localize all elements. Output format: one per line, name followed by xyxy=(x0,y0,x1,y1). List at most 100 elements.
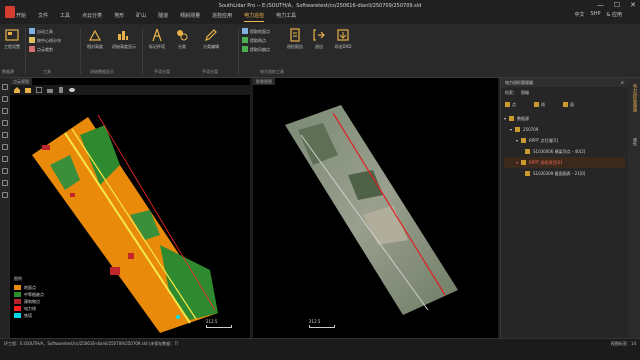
checkbox[interactable] xyxy=(505,102,510,107)
classify-button[interactable]: 分类 xyxy=(171,28,193,50)
menu-item[interactable]: 隧道 xyxy=(158,12,168,22)
expand-chevron-icon[interactable]: ▾ xyxy=(510,127,512,132)
menu-item[interactable]: 巡检应用 xyxy=(212,12,232,22)
panel-filter: 检索： 图幅 xyxy=(501,87,628,99)
side-view-icon[interactable] xyxy=(58,87,64,93)
extract-ground-button[interactable]: 提取地面点 xyxy=(242,28,270,35)
centerline-split-button[interactable]: 按中心线分块 xyxy=(29,37,61,44)
legend-swatch xyxy=(14,313,21,318)
zoom-tool-icon[interactable] xyxy=(2,108,8,114)
ribbon-group-power-tools: 提取地面点 提取两点 提取风偏点 巡检报告 退出 导出DXD 电力巡检工具 xyxy=(240,24,360,78)
menu-item[interactable]: 开始 xyxy=(16,12,26,22)
profile-tool-icon[interactable] xyxy=(2,156,8,162)
checkbox[interactable] xyxy=(534,102,539,107)
cloud-clip-button[interactable]: 点云裁剪 xyxy=(29,46,53,53)
pointcloud-view-tab[interactable]: 点云视图 xyxy=(10,78,32,85)
group-label-manual-class: 手动分类 xyxy=(154,69,170,74)
image-view[interactable]: 影像视图 212.5 xyxy=(253,78,498,338)
tree-node[interactable]: ▾ RPPT 点扫描[5] xyxy=(504,135,625,146)
checkbox[interactable] xyxy=(563,102,568,107)
expand-chevron-icon[interactable]: ▾ xyxy=(516,160,518,165)
exit-icon xyxy=(313,29,325,41)
settings-tool-icon[interactable] xyxy=(2,192,8,198)
menu-right-item[interactable]: SHP xyxy=(591,11,601,18)
tree-node[interactable]: S1030309 截面图表 - 21[0] xyxy=(504,168,625,179)
checkbox[interactable] xyxy=(521,138,527,143)
menu-item[interactable]: 文件 xyxy=(38,12,48,22)
close-button[interactable]: ✕ xyxy=(630,1,636,9)
checkbox[interactable] xyxy=(525,171,530,176)
tree-node[interactable]: ▾ 250709 xyxy=(504,124,625,135)
select-tool-icon[interactable] xyxy=(2,84,8,90)
pointcloud-view[interactable]: 点云视图 图例 地面点 中等植被点 建筑物点 电力线 铁塔 212.5 xyxy=(10,78,250,338)
extract-two-points-button[interactable]: 提取两点 xyxy=(242,37,266,44)
tree-node[interactable]: S1030006 横梁顶点 - 40[2] xyxy=(504,146,625,157)
tab-properties[interactable]: 属性 xyxy=(630,138,638,146)
inspection-report-button[interactable]: 巡检报告 xyxy=(284,28,306,50)
mark-tower-button[interactable]: 标记杆塔 xyxy=(146,28,168,50)
home-view-icon[interactable] xyxy=(14,87,20,93)
exit-button[interactable]: 退出 xyxy=(308,28,330,50)
menu-item[interactable]: 电力巡检 xyxy=(244,12,265,22)
menu-item[interactable]: 点云分类 xyxy=(82,12,102,22)
power-line xyxy=(64,132,191,324)
tree-node-label: S1030006 横梁顶点 - 40[2] xyxy=(533,148,586,154)
panel-close-icon[interactable]: ✕ xyxy=(621,80,624,85)
tree-node-label: RPPT 点扫描[5] xyxy=(529,137,558,143)
menu-right-item[interactable]: 中文 xyxy=(575,11,585,18)
menu-item[interactable]: 倾斜测量 xyxy=(180,12,200,22)
building-point xyxy=(110,267,120,275)
checkbox[interactable] xyxy=(521,160,527,165)
class-edit-button[interactable]: 分类编辑 xyxy=(200,28,222,50)
classify-icon xyxy=(177,30,188,41)
filter-select[interactable]: 图幅 xyxy=(521,90,529,96)
menu-right-item[interactable]: & 应用 xyxy=(607,11,623,18)
minimize-button[interactable]: — xyxy=(597,1,604,9)
extract-windage-button[interactable]: 提取风偏点 xyxy=(242,46,270,53)
open-folder-icon[interactable] xyxy=(25,87,31,93)
checkbox[interactable] xyxy=(515,127,521,132)
front-view-icon[interactable] xyxy=(47,87,53,93)
rotate-tool-icon[interactable] xyxy=(2,132,8,138)
ribbon-group-tools: 自动工具 按中心线分块 点云裁剪 工具 xyxy=(27,24,77,78)
menu-item[interactable]: 地形 xyxy=(114,12,124,22)
section-tool-icon[interactable] xyxy=(2,144,8,150)
image-view-tab[interactable]: 影像视图 xyxy=(253,78,275,85)
menu-item[interactable]: 矿山 xyxy=(136,12,146,22)
tree-node-label: RPPT 巡检项目[0] xyxy=(529,159,562,165)
filter-option[interactable]: 线 xyxy=(534,102,545,108)
maximize-button[interactable]: ☐ xyxy=(614,1,620,9)
initial-height-button[interactable]: 初始高度显示 xyxy=(112,28,136,50)
layer-tool-icon[interactable] xyxy=(2,180,8,186)
legend-item: 建筑物点 xyxy=(14,298,44,305)
expand-chevron-icon[interactable]: ▾ xyxy=(516,138,518,143)
menu-item[interactable]: 工具 xyxy=(60,12,70,22)
top-view-icon[interactable] xyxy=(36,87,42,93)
auto-tool-button[interactable]: 自动工具 xyxy=(29,28,53,35)
relative-height-button[interactable]: 相对高度 xyxy=(84,28,106,50)
extract-two-points-icon xyxy=(242,37,248,43)
menu-item[interactable]: 电力工具 xyxy=(276,12,296,22)
tree-node[interactable]: ▾ 数据源 xyxy=(504,113,625,124)
filter-options: 点线面 xyxy=(501,99,628,111)
eye-icon[interactable] xyxy=(69,87,75,93)
checkbox[interactable] xyxy=(509,116,515,121)
checkbox[interactable] xyxy=(525,149,530,154)
legend-title: 图例 xyxy=(14,276,22,281)
group-label-power-tools: 电力巡检工具 xyxy=(260,69,284,74)
export-dxd-button[interactable]: 导出DXD xyxy=(332,28,354,50)
measure-tool-icon[interactable] xyxy=(2,120,8,126)
tree-node[interactable]: ▾ RPPT 巡检项目[0] xyxy=(504,157,625,168)
ribbon-separator xyxy=(25,28,26,74)
filter-option[interactable]: 面 xyxy=(563,102,574,108)
expand-chevron-icon[interactable]: ▾ xyxy=(504,116,506,121)
window-controls: — ☐ ✕ xyxy=(597,1,636,9)
left-toolbar xyxy=(0,78,10,338)
filter-option[interactable]: 点 xyxy=(505,102,516,108)
clip-tool-icon[interactable] xyxy=(2,168,8,174)
tab-inspection-manager[interactable]: 电力巡检管理器 xyxy=(630,84,638,112)
window-title: SouthLidar Pro -- E:/SOUTH/A、Softwaretes… xyxy=(218,3,422,9)
project-settings-button[interactable]: 工程设置 xyxy=(1,28,23,50)
mark-tower-label: 标记杆塔 xyxy=(149,44,165,49)
pan-tool-icon[interactable] xyxy=(2,96,8,102)
